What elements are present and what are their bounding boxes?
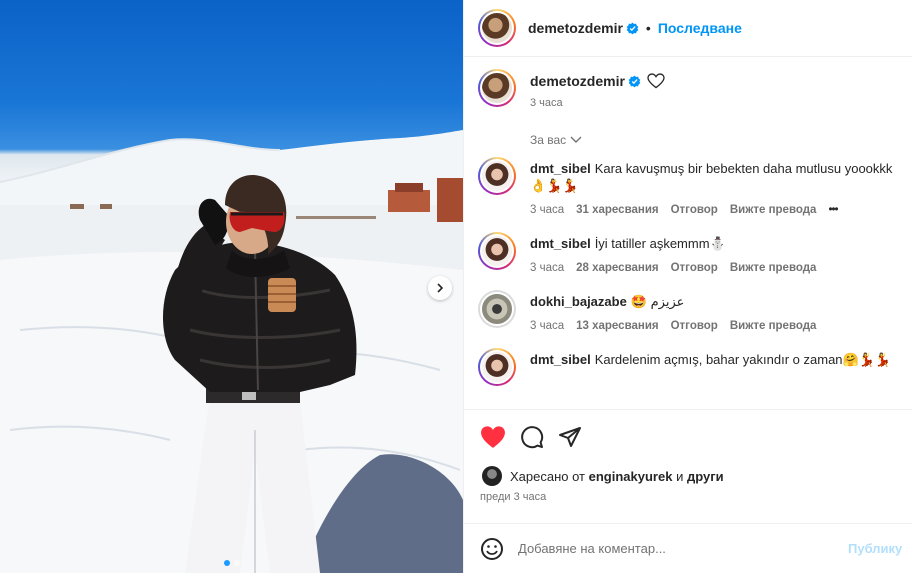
publish-button[interactable]: Публику	[848, 541, 902, 556]
comment-likes[interactable]: 13 харесвания	[576, 320, 658, 332]
owner-avatar-image	[480, 11, 514, 45]
comment-likes[interactable]: 28 харесвания	[576, 262, 658, 274]
emoji-icon[interactable]	[480, 537, 504, 561]
comment-likes[interactable]: 31 харесвания	[576, 204, 658, 216]
chevron-right-icon	[437, 283, 444, 293]
commenter-avatar-image	[480, 159, 514, 193]
carousel-dot	[223, 560, 230, 566]
comment-icon[interactable]	[520, 425, 544, 449]
post-actions	[464, 409, 912, 463]
comment-item: dmt_sibel Kardelenim açmış, bahar yakındı…	[478, 348, 912, 386]
comments-section[interactable]: demetozdemir 3 часа За вас dmt_sibel Kar…	[464, 57, 912, 409]
heart-outline-icon[interactable]	[647, 73, 665, 89]
owner-avatar-image	[480, 71, 514, 105]
caption: demetozdemir 3 часа	[478, 69, 912, 109]
comment-body-line2: 👌💃💃	[530, 178, 579, 193]
owner-avatar[interactable]	[478, 9, 516, 47]
commenter-avatar[interactable]	[478, 232, 516, 270]
post-photo[interactable]	[0, 0, 463, 573]
likes-and: и	[676, 468, 684, 484]
owner-avatar[interactable]	[478, 69, 516, 107]
post-panel: demetozdemir • Последване demetozdemir 3…	[463, 0, 912, 573]
verified-badge-icon	[628, 75, 641, 87]
comment-username[interactable]: dmt_sibel	[530, 352, 591, 367]
heart-filled-icon[interactable]	[480, 425, 506, 449]
photo-scene	[0, 130, 463, 573]
comment-text: dmt_sibel Kardelenim açmış, bahar yakındı…	[530, 352, 891, 368]
comment-username[interactable]: dokhi_bajazabe	[530, 294, 627, 309]
comment-time: 3 часа	[530, 320, 565, 332]
post-header: demetozdemir • Последване	[464, 0, 912, 57]
share-icon[interactable]	[558, 425, 582, 449]
commenter-avatar[interactable]	[478, 290, 516, 328]
comment-meta: 3 часа 31 харесвания Отговор Вижте прево…	[530, 204, 892, 216]
comment-text: dokhi_bajazabe 🤩 عزيزم	[530, 294, 816, 310]
commenter-avatar[interactable]	[478, 157, 516, 195]
caption-username[interactable]: demetozdemir	[530, 73, 625, 89]
owner-username[interactable]: demetozdemir	[528, 20, 623, 36]
comment-meta: 3 часа 13 харесвания Отговор Вижте прево…	[530, 320, 816, 332]
verified-badge-icon	[626, 22, 639, 34]
comment-body: Kardelenim açmış, bahar yakındır o zaman…	[594, 352, 892, 367]
post-timestamp: преди 3 часа	[480, 491, 547, 503]
reply-button[interactable]: Отговор	[671, 320, 718, 332]
more-options-icon[interactable]: •••	[828, 204, 838, 216]
comment-item: dmt_sibel Kara kavuşmuş bir bebekten daha…	[478, 157, 912, 216]
commenter-avatar-image	[480, 292, 514, 326]
liker-avatar[interactable]	[482, 466, 502, 486]
comment-text: dmt_sibel İyi tatiller aşkemmm⛄	[530, 236, 816, 252]
likes-others[interactable]: други	[687, 469, 724, 484]
comment-time: 3 часа	[530, 204, 565, 216]
carousel-indicator	[0, 560, 463, 566]
chevron-down-icon	[570, 136, 582, 143]
comment-body: İyi tatiller aşkemmm⛄	[594, 236, 726, 251]
likes-prefix: Харесано от	[510, 468, 586, 484]
comment-text: dmt_sibel Kara kavuşmuş bir bebekten daha…	[530, 161, 892, 176]
comment-input[interactable]	[518, 541, 848, 556]
commenter-avatar-image	[480, 234, 514, 268]
caption-time: 3 часа	[530, 97, 563, 109]
see-translation-button[interactable]: Вижте превода	[730, 320, 817, 332]
add-comment-bar: Публику	[464, 523, 912, 573]
comment-username[interactable]: dmt_sibel	[530, 161, 591, 176]
comment-time: 3 часа	[530, 262, 565, 274]
liker-username[interactable]: enginakyurek	[589, 469, 673, 484]
comment-body: Kara kavuşmuş bir bebekten daha mutlusu …	[594, 161, 893, 176]
likes-summary[interactable]: Харесано от enginakyurek и други	[464, 463, 912, 489]
comment-item: dokhi_bajazabe 🤩 عزيزم 3 часа 13 харесван…	[478, 290, 912, 332]
dot-separator: •	[645, 20, 651, 36]
follow-button[interactable]: Последване	[658, 20, 742, 36]
comment-item: dmt_sibel İyi tatiller aşkemmm⛄ 3 часа 28…	[478, 232, 912, 274]
comment-body: 🤩 عزيزم	[630, 294, 685, 309]
carousel-dot	[233, 560, 240, 566]
reply-button[interactable]: Отговор	[671, 262, 718, 274]
see-translation-button[interactable]: Вижте превода	[730, 204, 817, 216]
for-you-sort[interactable]: За вас	[530, 133, 912, 147]
reply-button[interactable]: Отговор	[671, 204, 718, 216]
see-translation-button[interactable]: Вижте превода	[730, 262, 817, 274]
comment-username[interactable]: dmt_sibel	[530, 236, 591, 251]
for-you-label: За вас	[530, 133, 567, 147]
next-slide-button[interactable]	[428, 276, 452, 300]
comment-meta: 3 часа 28 харесвания Отговор Вижте прево…	[530, 262, 816, 274]
instagram-post-modal: demetozdemir • Последване demetozdemir 3…	[0, 0, 912, 573]
commenter-avatar-image	[480, 350, 514, 384]
commenter-avatar[interactable]	[478, 348, 516, 386]
